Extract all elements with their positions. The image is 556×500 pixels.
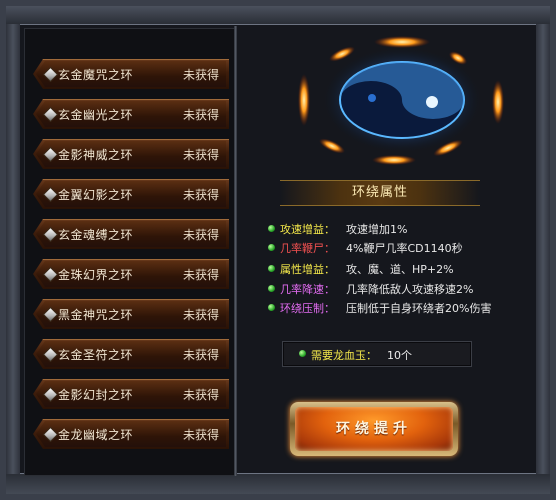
ring-list-item[interactable]: 玄金魔咒之环 未获得: [33, 59, 229, 89]
ring-list-item[interactable]: 金翼幻影之环 未获得: [33, 179, 229, 209]
ring-status: 未获得: [182, 428, 219, 442]
bullet-icon: [268, 225, 275, 232]
attribute-value: 4%鞭尸几率CD1140秒: [346, 242, 463, 255]
ring-list-item[interactable]: 金龙幽域之环 未获得: [33, 419, 229, 449]
attribute-label: 几率降速：: [280, 283, 335, 296]
attributes-header: 环绕属性: [280, 180, 480, 206]
upgrade-button-label: 环绕提升: [336, 421, 412, 437]
frame-bottom-bar: [6, 473, 550, 494]
ring-name: 玄金幽光之环: [58, 108, 134, 122]
requirement-value: 10个: [387, 349, 412, 362]
ring-status: 未获得: [182, 148, 219, 162]
ring-status: 未获得: [182, 268, 219, 282]
yin-yang-ring-emblem-icon: [298, 36, 504, 165]
ring-list-item[interactable]: 金珠幻界之环 未获得: [33, 259, 229, 289]
bullet-icon: [268, 244, 275, 251]
ring-status: 未获得: [182, 228, 219, 242]
frame-top-bar: [6, 6, 550, 25]
ring-list-item[interactable]: 玄金魂缚之环 未获得: [33, 219, 229, 249]
attribute-value: 几率降低敌人攻速移速2%: [346, 283, 474, 296]
attribute-label: 环绕压制：: [280, 302, 335, 315]
requirement-box: 需要龙血玉： 10个: [282, 341, 472, 367]
ring-list-item[interactable]: 玄金幽光之环 未获得: [33, 99, 229, 129]
ring-status: 未获得: [182, 108, 219, 122]
ring-list-panel: 玄金魔咒之环 未获得 玄金幽光之环 未获得 金影神威之环 未获得 金翼幻影之环 …: [24, 28, 236, 476]
ring-status: 未获得: [182, 388, 219, 402]
ring-name: 金龙幽域之环: [58, 428, 134, 442]
upgrade-ring-button[interactable]: 环绕提升: [290, 402, 458, 456]
ring-status: 未获得: [182, 308, 219, 322]
attribute-label: 几率鞭尸：: [280, 242, 335, 255]
bullet-icon: [299, 350, 306, 357]
bullet-icon: [268, 304, 275, 311]
ring-name: 黑金神咒之环: [58, 308, 134, 322]
ring-name: 金影幻封之环: [58, 388, 134, 402]
ring-name: 玄金魂缚之环: [58, 228, 134, 242]
ring-name: 玄金魔咒之环: [58, 68, 134, 82]
ring-list-item[interactable]: 玄金圣符之环 未获得: [33, 339, 229, 369]
ring-name: 玄金圣符之环: [58, 348, 134, 362]
frame-left-edge: [6, 24, 20, 474]
frame-right-edge: [536, 24, 550, 474]
ring-status: 未获得: [182, 348, 219, 362]
attribute-value: 压制低于自身环绕者20%伤害: [346, 302, 492, 315]
ring-name: 金翼幻影之环: [58, 188, 134, 202]
attribute-value: 攻速增加1%: [346, 223, 408, 236]
ring-name: 金影神威之环: [58, 148, 134, 162]
panel-divider: [234, 26, 237, 476]
ring-name: 金珠幻界之环: [58, 268, 134, 282]
ring-list-item[interactable]: 金影幻封之环 未获得: [33, 379, 229, 409]
attribute-value: 攻、魔、道、HP+2%: [346, 263, 454, 276]
bullet-icon: [268, 265, 275, 272]
ring-list-item[interactable]: 金影神威之环 未获得: [33, 139, 229, 169]
requirement-label: 需要龙血玉：: [311, 349, 377, 362]
attribute-label: 攻速增益：: [280, 223, 335, 236]
bullet-icon: [268, 285, 275, 292]
attributes-header-title: 环绕属性: [351, 185, 408, 200]
ring-status: 未获得: [182, 68, 219, 82]
attribute-label: 属性增益：: [280, 263, 335, 276]
ring-status: 未获得: [182, 188, 219, 202]
ring-list-item[interactable]: 黑金神咒之环 未获得: [33, 299, 229, 329]
